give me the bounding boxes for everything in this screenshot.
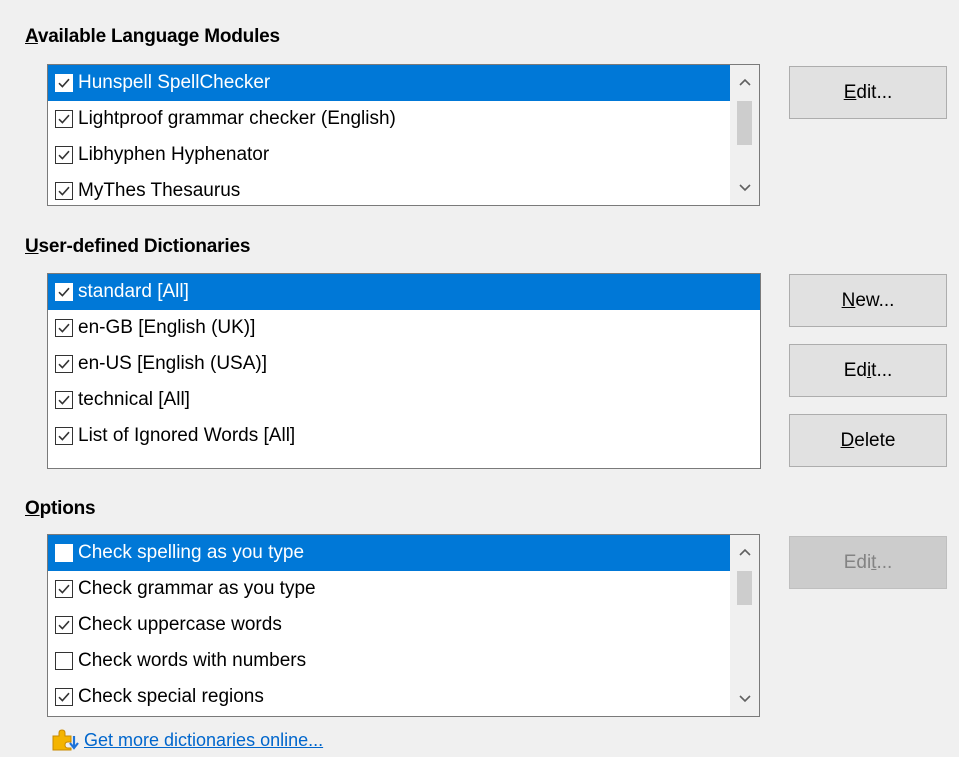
checkmark-icon <box>58 150 70 160</box>
checkmark-icon <box>58 78 70 88</box>
list-item[interactable]: Hunspell SpellChecker <box>48 65 731 101</box>
checkmark-icon <box>58 114 70 124</box>
list-item-label: en-US [English (USA)] <box>78 353 268 374</box>
dictionary-new-button[interactable]: New... <box>789 274 947 327</box>
chevron-down-icon <box>738 184 751 192</box>
modules-edit-button[interactable]: Edit... <box>789 66 947 119</box>
list-item-label: Check grammar as you type <box>78 578 316 599</box>
list-item-label: Check words with numbers <box>78 650 307 671</box>
list-item[interactable]: technical [All] <box>48 382 760 418</box>
list-item-label: Check special regions <box>78 686 264 707</box>
options-listbox[interactable]: Check spelling as you type Check grammar… <box>47 534 760 717</box>
options-section-title: Options <box>25 498 96 519</box>
list-item[interactable]: Check uppercase words <box>48 607 731 643</box>
checkmark-icon <box>58 620 70 630</box>
modules-scrollbar[interactable] <box>730 65 759 205</box>
checkmark-icon <box>58 395 70 405</box>
list-item[interactable]: MyThes Thesaurus <box>48 173 731 205</box>
list-item[interactable]: Lightproof grammar checker (English) <box>48 101 731 137</box>
list-item-label: Check uppercase words <box>78 614 282 635</box>
checkmark-icon <box>58 584 70 594</box>
writing-aids-panel: Available Language Modules Hunspell Spel… <box>0 0 959 757</box>
list-item-label: Hunspell SpellChecker <box>78 72 271 93</box>
checkbox[interactable] <box>55 355 73 373</box>
checkmark-icon <box>58 359 70 369</box>
get-more-dictionaries-link[interactable]: Get more dictionaries online... <box>84 730 323 751</box>
options-edit-button: Edi t... <box>789 536 947 589</box>
options-scrollbar[interactable] <box>730 535 759 716</box>
dictionary-edit-button[interactable]: Ed i t... <box>789 344 947 397</box>
dictionaries-listbox[interactable]: standard [All] en-GB [English (UK)] en-U… <box>47 273 761 469</box>
list-item-label: standard [All] <box>78 281 189 302</box>
list-item-label: Check spelling as you type <box>78 542 305 563</box>
download-extension-icon[interactable] <box>50 728 80 752</box>
scroll-down-button[interactable] <box>730 682 759 716</box>
list-item[interactable]: en-US [English (USA)] <box>48 346 760 382</box>
list-item-label: Lightproof grammar checker (English) <box>78 108 396 129</box>
scroll-up-button[interactable] <box>730 65 759 99</box>
list-item[interactable]: en-GB [English (UK)] <box>48 310 760 346</box>
list-item[interactable]: Check words with numbers <box>48 643 731 679</box>
chevron-up-icon <box>738 78 751 86</box>
dictionaries-section-title: User-defined Dictionaries <box>25 236 251 257</box>
checkbox[interactable] <box>55 391 73 409</box>
checkbox[interactable] <box>55 283 73 301</box>
checkbox[interactable] <box>55 110 73 128</box>
list-item[interactable]: Check grammar as you type <box>48 571 731 607</box>
list-item[interactable]: standard [All] <box>48 274 760 310</box>
checkbox[interactable] <box>55 74 73 92</box>
checkmark-icon <box>58 692 70 702</box>
dictionary-delete-button[interactable]: Delete <box>789 414 947 467</box>
checkbox[interactable] <box>55 146 73 164</box>
checkbox[interactable] <box>55 580 73 598</box>
checkbox[interactable] <box>55 688 73 706</box>
list-item-label: technical [All] <box>78 389 190 410</box>
list-item[interactable]: List of Ignored Words [All] <box>48 418 760 454</box>
checkmark-icon <box>58 323 70 333</box>
checkmark-icon <box>58 186 70 196</box>
list-item-label: en-GB [English (UK)] <box>78 317 256 338</box>
checkbox[interactable] <box>55 544 73 562</box>
list-item-label: MyThes Thesaurus <box>78 180 241 201</box>
modules-section-title: Available Language Modules <box>25 26 280 47</box>
chevron-up-icon <box>738 548 751 556</box>
scroll-thumb[interactable] <box>737 571 752 605</box>
scroll-up-button[interactable] <box>730 535 759 569</box>
list-item-label: List of Ignored Words [All] <box>78 425 296 446</box>
list-item[interactable]: Check spelling as you type <box>48 535 731 571</box>
checkbox[interactable] <box>55 616 73 634</box>
list-item-label: Libhyphen Hyphenator <box>78 144 270 165</box>
checkbox[interactable] <box>55 652 73 670</box>
list-item[interactable]: Check special regions <box>48 679 731 715</box>
checkmark-icon <box>58 431 70 441</box>
scroll-thumb[interactable] <box>737 101 752 145</box>
checkbox[interactable] <box>55 182 73 200</box>
checkbox[interactable] <box>55 319 73 337</box>
modules-listbox[interactable]: Hunspell SpellChecker Lightproof grammar… <box>47 64 760 206</box>
list-item[interactable]: Libhyphen Hyphenator <box>48 137 731 173</box>
scroll-down-button[interactable] <box>730 171 759 205</box>
checkmark-icon <box>58 287 70 297</box>
chevron-down-icon <box>738 695 751 703</box>
checkbox[interactable] <box>55 427 73 445</box>
